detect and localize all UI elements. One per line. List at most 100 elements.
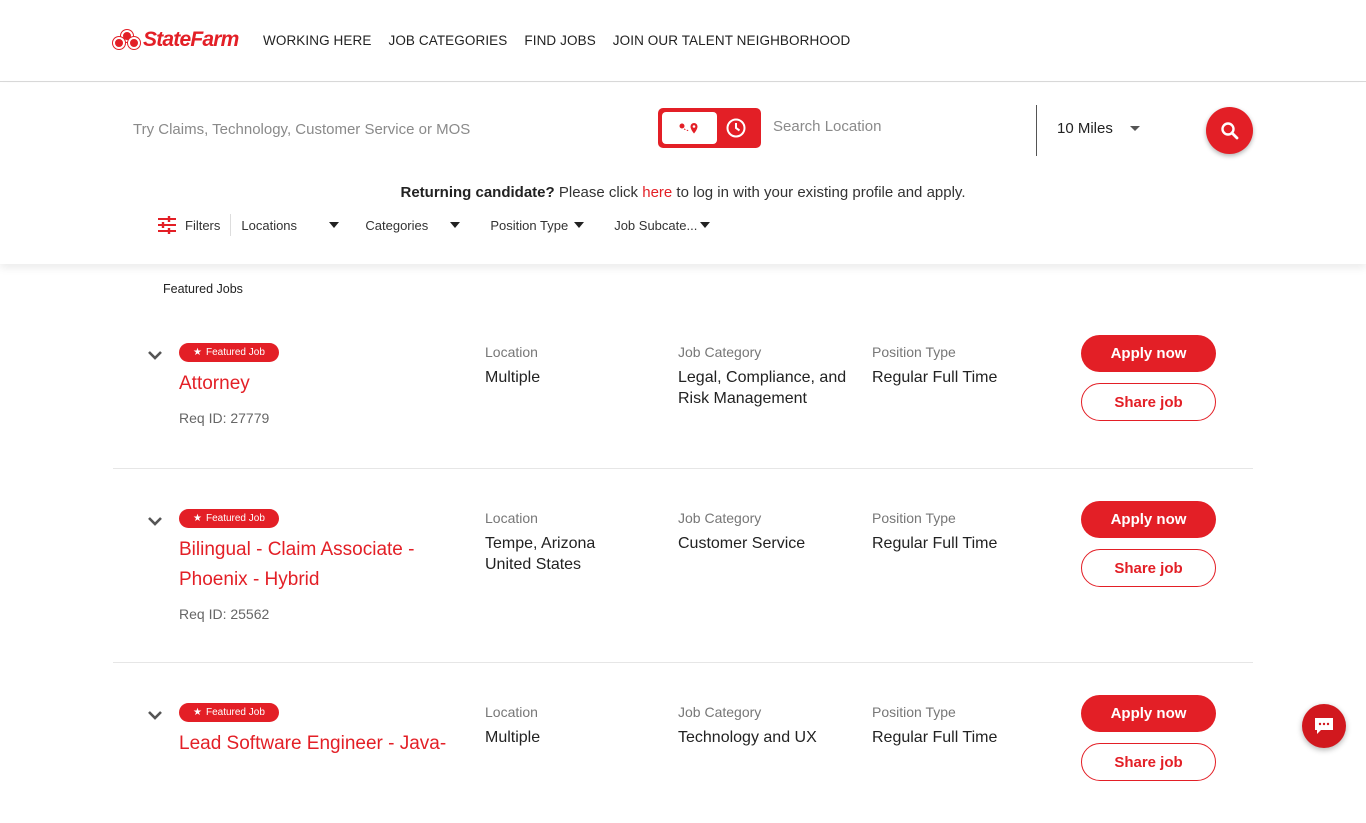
badge-label: Featured Job xyxy=(205,707,265,718)
position-type-column: Position Type Regular Full Time xyxy=(872,343,1052,388)
job-row: ★ Featured Job Attorney Req ID: 27779 Loc… xyxy=(113,335,1253,469)
share-job-button[interactable]: Share job xyxy=(1081,549,1216,587)
returning-text: Please click xyxy=(554,184,643,201)
location-column: Location Multiple xyxy=(485,343,665,388)
category-value: Technology and UX xyxy=(678,729,817,746)
position-type-label: Position Type xyxy=(872,344,956,360)
dropdown-label: Locations xyxy=(241,217,298,233)
search-icon xyxy=(1220,121,1238,139)
position-type-value: Regular Full Time xyxy=(872,535,998,552)
filters-bar: Filters Locations Categories Position Ty… xyxy=(157,213,711,237)
dropdown-label: Job Subcate... xyxy=(614,217,698,233)
route-pin-toggle[interactable] xyxy=(662,112,717,144)
returning-text-end: to log in with your existing profile and… xyxy=(672,184,966,201)
divider xyxy=(1036,105,1037,156)
apply-now-button[interactable]: Apply now xyxy=(1081,335,1216,372)
location-value: Multiple xyxy=(485,729,541,746)
featured-job-badge: ★ Featured Job xyxy=(179,703,279,722)
commute-time-toggle[interactable] xyxy=(724,116,748,140)
nav-working-here[interactable]: WORKING HERE xyxy=(263,33,371,48)
nav-job-categories[interactable]: JOB CATEGORIES xyxy=(388,33,507,48)
category-value: Legal, Compliance, and Risk Management xyxy=(678,369,847,407)
job-title-link[interactable]: Lead Software Engineer - Java- xyxy=(179,729,479,759)
location-value: Multiple xyxy=(485,369,541,386)
position-type-dropdown[interactable]: Position Type xyxy=(490,217,585,233)
featured-jobs-heading: Featured Jobs xyxy=(163,282,243,296)
distance-select[interactable]: 10 Miles xyxy=(1057,120,1113,137)
dropdown-label: Position Type xyxy=(490,217,569,233)
category-column: Job Category Legal, Compliance, and Risk … xyxy=(678,343,858,409)
location-label: Location xyxy=(485,344,538,360)
position-type-column: Position Type Regular Full Time xyxy=(872,703,1052,748)
search-panel: Try Claims, Technology, Customer Service… xyxy=(0,83,1366,264)
logo-text: StateFarm xyxy=(143,28,239,51)
dropdown-label: Categories xyxy=(365,217,429,233)
apply-now-button[interactable]: Apply now xyxy=(1081,695,1216,732)
filters-label: Filters xyxy=(185,217,221,233)
returning-bold: Returning candidate? xyxy=(400,184,555,201)
nav-find-jobs[interactable]: FIND JOBS xyxy=(524,33,595,48)
sliders-icon xyxy=(158,216,176,234)
nav-join-talent[interactable]: JOIN OUR TALENT NEIGHBORHOOD xyxy=(613,33,851,48)
featured-job-badge: ★ Featured Job xyxy=(179,509,279,528)
divider xyxy=(230,214,232,236)
job-subcategory-dropdown[interactable]: Job Subcate... xyxy=(614,217,711,233)
category-column: Job Category Technology and UX xyxy=(678,703,858,748)
chat-bubble-icon xyxy=(1315,718,1333,734)
location-mode-toggle[interactable] xyxy=(658,108,761,148)
main-nav: WORKING HERE JOB CATEGORIES FIND JOBS JO… xyxy=(263,33,850,48)
position-type-value: Regular Full Time xyxy=(872,369,998,386)
job-title-link[interactable]: Bilingual - Claim Associate - Phoenix - … xyxy=(179,535,449,595)
category-column: Job Category Customer Service xyxy=(678,509,858,554)
location-value: Tempe, Arizona United States xyxy=(485,535,596,573)
position-type-column: Position Type Regular Full Time xyxy=(872,509,1052,554)
route-pin-icon xyxy=(679,123,697,134)
category-label: Job Category xyxy=(678,704,762,720)
location-label: Location xyxy=(485,510,538,526)
position-type-label: Position Type xyxy=(872,510,956,526)
featured-job-badge: ★ Featured Job xyxy=(179,343,279,362)
req-id: Req ID: 25562 xyxy=(179,606,270,622)
search-button[interactable] xyxy=(1206,107,1253,154)
share-job-button[interactable]: Share job xyxy=(1081,743,1216,781)
job-title-link[interactable]: Attorney xyxy=(179,369,449,399)
category-value: Customer Service xyxy=(678,535,806,552)
chevron-down-icon[interactable] xyxy=(147,709,163,721)
position-type-label: Position Type xyxy=(872,704,956,720)
filters-button[interactable]: Filters xyxy=(157,216,220,234)
categories-dropdown[interactable]: Categories xyxy=(365,217,461,233)
top-navigation-bar: StateFarm WORKING HERE JOB CATEGORIES FI… xyxy=(0,0,1366,82)
chevron-down-icon[interactable] xyxy=(147,515,163,527)
caret-down-icon xyxy=(700,222,711,228)
chat-button[interactable] xyxy=(1302,704,1346,748)
chevron-down-icon[interactable] xyxy=(147,349,163,361)
caret-down-icon xyxy=(574,222,585,228)
job-row: ★ Featured Job Lead Software Engineer - J… xyxy=(113,695,1253,823)
star-icon: ★ xyxy=(193,513,202,524)
location-search-input[interactable]: Search Location xyxy=(773,118,881,135)
job-row: ★ Featured Job Bilingual - Claim Associat… xyxy=(113,501,1253,663)
caret-down-icon[interactable] xyxy=(1130,126,1140,131)
logo-ovals-icon xyxy=(113,30,141,50)
category-label: Job Category xyxy=(678,344,762,360)
location-column: Location Tempe, Arizona United States xyxy=(485,509,625,575)
keyword-search-input[interactable]: Try Claims, Technology, Customer Service… xyxy=(133,121,470,138)
badge-label: Featured Job xyxy=(205,513,265,524)
req-id: Req ID: 27779 xyxy=(179,410,270,426)
state-farm-logo[interactable]: StateFarm xyxy=(113,28,239,52)
badge-label: Featured Job xyxy=(205,347,265,358)
caret-down-icon xyxy=(450,222,461,228)
caret-down-icon xyxy=(329,222,340,228)
apply-now-button[interactable]: Apply now xyxy=(1081,501,1216,538)
location-label: Location xyxy=(485,704,538,720)
star-icon: ★ xyxy=(193,707,202,718)
category-label: Job Category xyxy=(678,510,762,526)
returning-candidate-message: Returning candidate? Please click here t… xyxy=(0,184,1366,201)
login-here-link[interactable]: here xyxy=(642,184,672,201)
location-column: Location Multiple xyxy=(485,703,665,748)
position-type-value: Regular Full Time xyxy=(872,729,998,746)
clock-icon xyxy=(726,118,746,138)
locations-dropdown[interactable]: Locations xyxy=(241,217,340,233)
share-job-button[interactable]: Share job xyxy=(1081,383,1216,421)
star-icon: ★ xyxy=(193,347,202,358)
